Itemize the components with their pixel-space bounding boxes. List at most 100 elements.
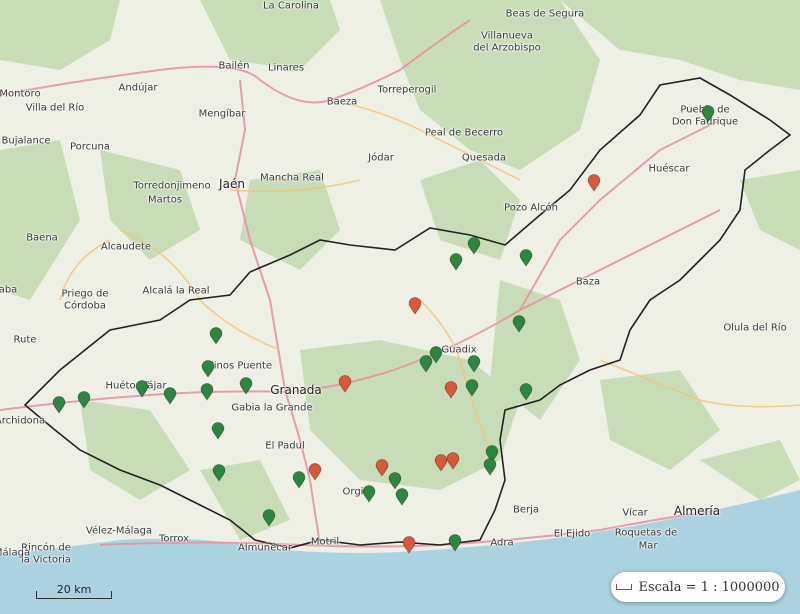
route-marker[interactable]: [163, 387, 177, 405]
map-pin-icon: [211, 422, 225, 440]
place-label-mancha-real: Mancha Real: [260, 172, 324, 184]
route-marker[interactable]: [292, 471, 306, 489]
place-label-roquetas-de: Roquetas de: [614, 527, 678, 539]
place-label-peal-de-becerro: Peal de Becerro: [424, 127, 504, 139]
place-label-jaen: Jaén: [219, 177, 245, 191]
place-label-almeria: Almería: [673, 504, 721, 518]
map-pin-icon: [262, 509, 276, 527]
scale-bar: 20 km: [36, 583, 112, 599]
site-marker[interactable]: [444, 381, 458, 399]
map-pin-icon: [209, 327, 223, 345]
route-marker[interactable]: [362, 485, 376, 503]
scale-bar-line: [36, 591, 112, 599]
route-marker[interactable]: [239, 377, 253, 395]
scale-ratio-label: Escala = 1 : 1000000: [638, 579, 780, 595]
map-pin-icon: [163, 387, 177, 405]
place-label-del-arzobispo: del Arzobispo: [473, 42, 541, 54]
route-marker[interactable]: [701, 105, 715, 123]
route-marker[interactable]: [467, 237, 481, 255]
route-marker[interactable]: [467, 355, 481, 373]
place-label-torredonjimeno: Torredonjimeno: [133, 180, 211, 192]
map-pin-icon: [375, 459, 389, 477]
site-marker[interactable]: [446, 452, 460, 470]
route-marker[interactable]: [262, 509, 276, 527]
route-marker[interactable]: [465, 379, 479, 397]
route-marker[interactable]: [212, 464, 226, 482]
route-marker[interactable]: [200, 383, 214, 401]
place-label-bailen: Bailén: [218, 60, 250, 72]
place-label-alcala-la-real: Alcalá la Real: [142, 285, 210, 297]
route-marker[interactable]: [519, 249, 533, 267]
route-marker[interactable]: [209, 327, 223, 345]
place-label-aba: aba: [0, 284, 18, 296]
place-label-berja: Berja: [512, 504, 540, 516]
place-label-olula-del-rio: Olula del Río: [723, 322, 787, 334]
route-marker[interactable]: [419, 355, 433, 373]
place-label-el-ejido: El Ejido: [553, 528, 591, 540]
place-label-villa-del-rio: Villa del Río: [25, 102, 85, 114]
map-pin-icon: [519, 249, 533, 267]
map-pin-icon: [362, 485, 376, 503]
place-label-montoro: Montoro: [0, 88, 41, 100]
map-pin-icon: [402, 536, 416, 554]
site-marker[interactable]: [338, 375, 352, 393]
map-pin-icon: [587, 174, 601, 192]
map-pin-icon: [308, 463, 322, 481]
route-marker[interactable]: [483, 458, 497, 476]
scale-ratio-control[interactable]: Escala = 1 : 1000000: [611, 572, 785, 602]
place-label-torrox: Torrox: [158, 533, 190, 545]
route-marker[interactable]: [395, 488, 409, 506]
place-label-pinos-puente: Pinos Puente: [207, 360, 273, 372]
site-marker[interactable]: [375, 459, 389, 477]
place-label-velez-malaga: Vélez-Málaga: [85, 525, 153, 537]
map-pin-icon: [446, 452, 460, 470]
site-marker[interactable]: [402, 536, 416, 554]
place-label-jodar: Jódar: [368, 152, 394, 164]
route-marker[interactable]: [77, 391, 91, 409]
site-marker[interactable]: [308, 463, 322, 481]
site-marker[interactable]: [408, 297, 422, 315]
route-marker[interactable]: [52, 396, 66, 414]
place-label-linares: Linares: [267, 62, 305, 74]
map-pin-icon: [467, 237, 481, 255]
ruler-icon: [616, 584, 633, 590]
place-label-beas-de-segura: Beas de Segura: [505, 8, 585, 20]
place-label-baeza: Baeza: [326, 96, 358, 108]
map-pin-icon: [201, 360, 215, 378]
map-pin-icon: [519, 383, 533, 401]
map-pin-icon: [419, 355, 433, 373]
place-label-priego-de: Priego de: [61, 288, 109, 300]
route-marker[interactable]: [519, 383, 533, 401]
map-pin-icon: [467, 355, 481, 373]
place-label-adra: Adra: [490, 537, 514, 549]
route-marker[interactable]: [135, 380, 149, 398]
place-label-almunecar: Almuñécar: [238, 542, 292, 554]
map-pin-icon: [483, 458, 497, 476]
place-label-bujalance: Bujalance: [1, 135, 51, 147]
place-label-mengibar: Mengíbar: [198, 108, 246, 120]
place-label-malaga: Málaga: [0, 547, 31, 559]
place-label-baena: Baena: [26, 232, 58, 244]
place-label-la-carolina: La Carolina: [262, 0, 320, 12]
place-label-torreperogil: Torreperogil: [377, 84, 437, 96]
place-label-vicar: Vícar: [622, 507, 648, 519]
place-label-huescar: Huéscar: [648, 163, 690, 175]
map-pin-icon: [449, 253, 463, 271]
route-marker[interactable]: [448, 534, 462, 552]
route-marker[interactable]: [211, 422, 225, 440]
site-marker[interactable]: [587, 174, 601, 192]
route-marker[interactable]: [201, 360, 215, 378]
place-label-baza: Baza: [575, 276, 601, 288]
route-marker[interactable]: [449, 253, 463, 271]
place-label-mar: Mar: [638, 540, 658, 552]
map-pin-icon: [77, 391, 91, 409]
map-pin-icon: [135, 380, 149, 398]
place-label-motril: Motril: [310, 536, 340, 548]
place-label-alcaudete: Alcaudete: [100, 241, 152, 253]
map-pin-icon: [200, 383, 214, 401]
map-pin-icon: [444, 381, 458, 399]
place-label-granada: Granada: [270, 383, 322, 397]
place-label-el-padul: El Padul: [265, 440, 305, 452]
map-pin-icon: [212, 464, 226, 482]
route-marker[interactable]: [512, 315, 526, 333]
